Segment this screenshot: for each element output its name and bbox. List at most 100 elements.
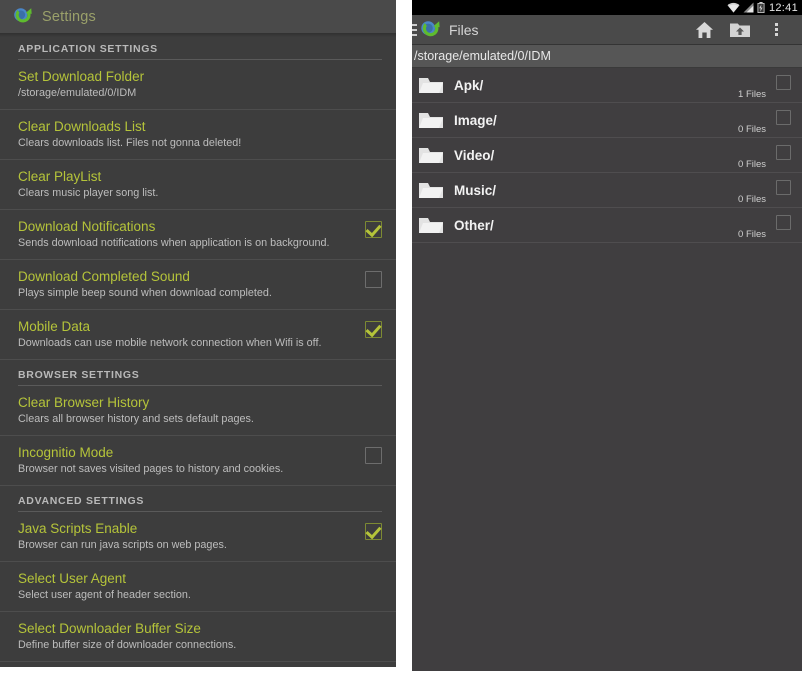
preference-title: Mobile Data <box>18 319 91 334</box>
preference-subtitle: Select user agent of header section. <box>18 589 191 601</box>
file-select-checkbox[interactable] <box>776 144 791 160</box>
folder-icon <box>419 77 443 93</box>
preference-checkbox[interactable] <box>365 447 382 464</box>
file-name: Other/ <box>454 217 494 233</box>
status-bar: 12:41 <box>412 0 802 15</box>
preference-text: Select Downloader Buffer Size Define buff… <box>18 620 357 652</box>
overflow-menu-button[interactable] <box>759 16 793 44</box>
preference-subtitle: Clears music player song list. <box>18 187 159 199</box>
preference-title: Clear Browser History <box>18 395 150 410</box>
preference-text: Download Completed Sound Plays simple bee… <box>18 268 357 300</box>
preference-text: Download Notifications Sends download not… <box>18 218 357 250</box>
file-select-checkbox[interactable] <box>776 214 791 230</box>
preference-text: Incognitio Mode Browser not saves visited… <box>18 444 357 476</box>
file-name: Video/ <box>454 147 495 163</box>
preference-row[interactable]: Mobile Data Downloads can use mobile netw… <box>0 310 396 360</box>
idm-refresh-logo-icon <box>421 20 440 36</box>
preference-checkbox[interactable] <box>365 221 382 238</box>
preference-subtitle: Downloads can use mobile network connect… <box>18 337 322 349</box>
idm-refresh-logo-icon <box>14 8 32 23</box>
preference-title: Select User Agent <box>18 571 127 586</box>
preference-row[interactable]: Clear Downloads List Clears downloads lis… <box>0 110 396 160</box>
preference-subtitle: Clears all browser history and sets defa… <box>18 413 254 425</box>
preference-text: Java Scripts Enable Browser can run java … <box>18 520 357 552</box>
settings-screen: Settings APPLICATION SETTINGS Set Downloa… <box>0 0 396 667</box>
folder-up-icon <box>730 23 750 37</box>
settings-section-header: ADVANCED SETTINGS <box>18 495 145 507</box>
file-name: Apk/ <box>454 77 484 93</box>
settings-title: Settings <box>42 8 96 25</box>
preference-text: Clear Downloads List Clears downloads lis… <box>18 118 357 150</box>
file-count: 0 Files <box>738 194 766 205</box>
preference-subtitle: Sends download notifications when applic… <box>18 237 330 249</box>
settings-section-header: BROWSER SETTINGS <box>18 369 140 381</box>
folder-icon <box>419 182 443 198</box>
preference-text: Select User Agent Select user agent of he… <box>18 570 357 602</box>
files-title: Files <box>449 21 479 38</box>
preference-subtitle: Browser not saves visited pages to histo… <box>18 463 284 475</box>
file-select-checkbox[interactable] <box>776 179 791 195</box>
preference-row[interactable]: Clear PlayList Clears music player song l… <box>0 160 396 210</box>
preference-row[interactable]: Select User Agent Select user agent of he… <box>0 562 396 612</box>
file-row[interactable]: Apk/1 Files <box>412 68 802 103</box>
preference-subtitle: Define buffer size of downloader connect… <box>18 639 237 651</box>
folder-icon <box>419 147 443 163</box>
preference-text: Mobile Data Downloads can use mobile netw… <box>18 318 357 350</box>
file-row[interactable]: Image/0 Files <box>412 103 802 138</box>
file-count: 0 Files <box>738 124 766 135</box>
preference-title: Download Notifications <box>18 219 156 234</box>
file-count: 0 Files <box>738 159 766 170</box>
drawer-handle-icon[interactable] <box>412 22 417 38</box>
folder-icon <box>419 217 443 233</box>
preference-row[interactable]: Download Notifications Sends download not… <box>0 210 396 260</box>
preference-checkbox[interactable] <box>365 321 382 338</box>
preference-checkbox[interactable] <box>365 271 382 288</box>
preference-text: Clear Browser History Clears all browser … <box>18 394 357 426</box>
files-screen: 12:41 Files /storage/emulated/0/IDM Apk/… <box>412 0 802 671</box>
file-list[interactable]: Apk/1 Files Image/0 Files Video/0 Files Mus… <box>412 68 802 243</box>
file-count: 1 Files <box>738 89 766 100</box>
path-bar[interactable]: /storage/emulated/0/IDM <box>412 45 802 68</box>
preference-text: Clear PlayList Clears music player song l… <box>18 168 357 200</box>
settings-list[interactable]: APPLICATION SETTINGS Set Download Folder /… <box>0 34 396 667</box>
preference-title: Incognitio Mode <box>18 445 114 460</box>
settings-section-header: APPLICATION SETTINGS <box>18 43 158 55</box>
preference-subtitle: /storage/emulated/0/IDM <box>18 87 137 99</box>
preference-title: Clear PlayList <box>18 169 102 184</box>
current-path: /storage/emulated/0/IDM <box>414 49 551 63</box>
preference-checkbox[interactable] <box>365 523 382 540</box>
preference-row[interactable]: Set Download Folder/storage/emulated/0/I… <box>0 60 396 110</box>
navigate-up-button[interactable] <box>723 16 757 44</box>
file-name: Image/ <box>454 112 497 128</box>
home-button[interactable] <box>687 16 721 44</box>
file-select-checkbox[interactable] <box>776 109 791 125</box>
file-row[interactable]: Music/0 Files <box>412 173 802 208</box>
file-row[interactable]: Other/0 Files <box>412 208 802 243</box>
preference-row[interactable]: Select Downloader Buffer Size Define buff… <box>0 612 396 662</box>
preference-title: Select Downloader Buffer Size <box>18 621 201 636</box>
preference-subtitle: Clears downloads list. Files not gonna d… <box>18 137 242 149</box>
folder-icon <box>419 112 443 128</box>
preference-row[interactable]: Java Scripts Enable Browser can run java … <box>0 512 396 562</box>
preference-text: Set Download Folder/storage/emulated/0/I… <box>18 68 357 100</box>
files-action-bar: Files <box>412 15 802 45</box>
preference-row[interactable]: Clear Browser History Clears all browser … <box>0 386 396 436</box>
file-count: 0 Files <box>738 229 766 240</box>
overflow-dots-icon <box>774 23 778 36</box>
preference-title: Clear Downloads List <box>18 119 146 134</box>
preference-subtitle: Browser can run java scripts on web page… <box>18 539 227 551</box>
settings-action-bar: Settings <box>0 0 396 37</box>
home-icon <box>695 21 713 38</box>
wifi-icon <box>727 2 740 13</box>
file-row[interactable]: Video/0 Files <box>412 138 802 173</box>
battery-charging-icon <box>757 2 765 13</box>
file-name: Music/ <box>454 182 497 198</box>
status-clock: 12:41 <box>768 1 798 14</box>
file-select-checkbox[interactable] <box>776 74 791 90</box>
preference-subtitle: Plays simple beep sound when download co… <box>18 287 272 299</box>
cellular-signal-icon <box>743 2 754 13</box>
preference-title: Download Completed Sound <box>18 269 190 284</box>
preference-row[interactable]: Download Completed Sound Plays simple bee… <box>0 260 396 310</box>
preference-row[interactable]: Multi Part DownloadSelect part count of … <box>0 662 396 667</box>
preference-row[interactable]: Incognitio Mode Browser not saves visited… <box>0 436 396 486</box>
